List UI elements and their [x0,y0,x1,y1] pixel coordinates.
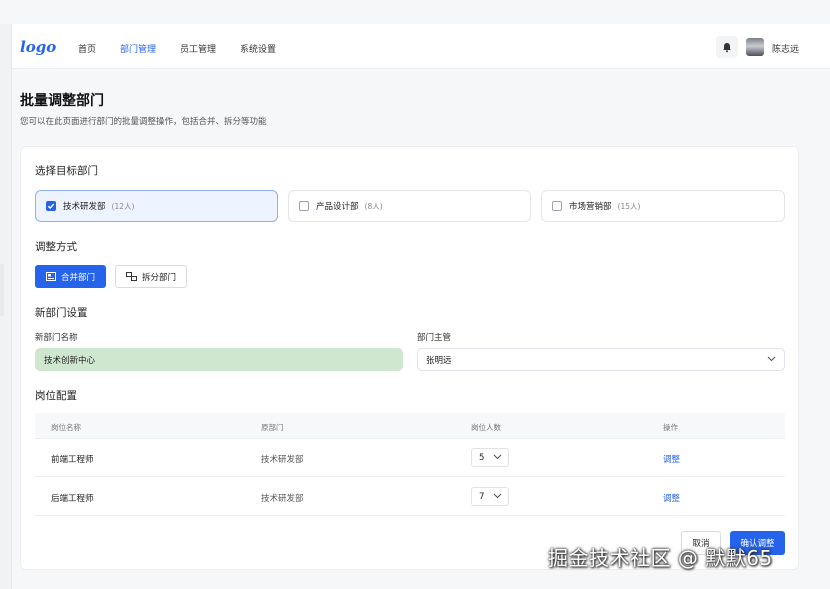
positions-section-title: 岗位配置 [35,390,77,402]
page-description: 您可以在此页面进行部门的批量调整操作，包括合并、拆分等功能 [20,117,267,127]
dept-count: (8人) [364,201,383,211]
dept-name: 市场营销部 [569,202,612,212]
target-section-title: 选择目标部门 [35,165,98,177]
split-icon [125,272,137,281]
dept-name: 技术研发部 [63,202,106,212]
split-label: 拆分部门 [141,272,176,283]
manager-value: 张明远 [426,355,452,366]
headcount-select[interactable]: 7 [471,487,509,506]
origin-dept: 技术研发部 [261,455,304,465]
checkbox-checked[interactable] [46,201,56,211]
adjust-link[interactable]: 调整 [663,492,680,504]
column-header: 操作 [663,423,678,432]
chevron-down-icon [493,454,502,460]
manager-select[interactable]: 张明远 [417,348,785,371]
position-name: 前端工程师 [51,455,94,465]
dept-count: (12人) [111,201,135,211]
main-nav: 首页 部门管理 员工管理 系统设置 [78,42,300,55]
dept-option-tech[interactable]: 技术研发部 (12人) [35,190,278,222]
table-row: 后端工程师 技术研发部 7 调整 [35,478,785,516]
method-section-title: 调整方式 [35,241,77,253]
chevron-down-icon [493,493,502,499]
avatar[interactable] [746,38,764,56]
headcount-value: 5 [479,452,485,463]
new-dept-name-input[interactable] [35,348,403,371]
top-header: logo 首页 部门管理 员工管理 系统设置 陈志远 [12,24,830,69]
main-card: 选择目标部门 技术研发部 (12人) 产品设计部 (8人) 市场营销部 (15人… [20,146,799,570]
nav-item-employee[interactable]: 员工管理 [180,42,216,55]
browser-top-strip [0,0,830,24]
logo[interactable]: logo [20,38,56,56]
manager-label: 部门主管 [417,333,452,343]
chevron-down-icon [767,356,776,362]
column-header: 原部门 [261,423,284,432]
notification-button[interactable] [716,36,738,58]
origin-dept: 技术研发部 [261,494,304,504]
adjust-link[interactable]: 调整 [663,453,680,465]
bell-icon [723,42,731,52]
column-header: 岗位名称 [51,423,81,432]
nav-item-home[interactable]: 首页 [78,42,96,55]
positions-table-header: 岗位名称 原部门 岗位人数 操作 [35,413,785,439]
left-rail-marker [0,264,4,316]
table-row: 前端工程师 技术研发部 5 调整 [35,439,785,477]
nav-item-department[interactable]: 部门管理 [120,42,156,55]
dept-name: 产品设计部 [316,202,359,212]
headcount-select[interactable]: 5 [471,448,509,467]
dept-option-product[interactable]: 产品设计部 (8人) [288,190,531,222]
dept-count: (15人) [617,201,641,211]
checkbox-unchecked[interactable] [299,201,309,211]
page-title: 批量调整部门 [20,93,104,109]
position-name: 后端工程师 [51,494,94,504]
check-icon [47,203,55,210]
left-rail [0,24,12,589]
merge-icon [45,272,56,281]
new-dept-section-title: 新部门设置 [35,307,88,319]
nav-item-settings[interactable]: 系统设置 [240,42,276,55]
user-name[interactable]: 陈志远 [772,42,799,55]
dept-name-label: 新部门名称 [35,333,78,343]
checkbox-unchecked[interactable] [552,201,562,211]
watermark: 掘金技术社区 @ 默默65 [548,546,773,570]
column-header: 岗位人数 [471,423,501,432]
split-department-button[interactable]: 拆分部门 [115,265,187,288]
dept-option-marketing[interactable]: 市场营销部 (15人) [541,190,785,222]
merge-label: 合并部门 [60,272,95,283]
merge-department-button[interactable]: 合并部门 [35,265,106,288]
headcount-value: 7 [479,491,485,502]
